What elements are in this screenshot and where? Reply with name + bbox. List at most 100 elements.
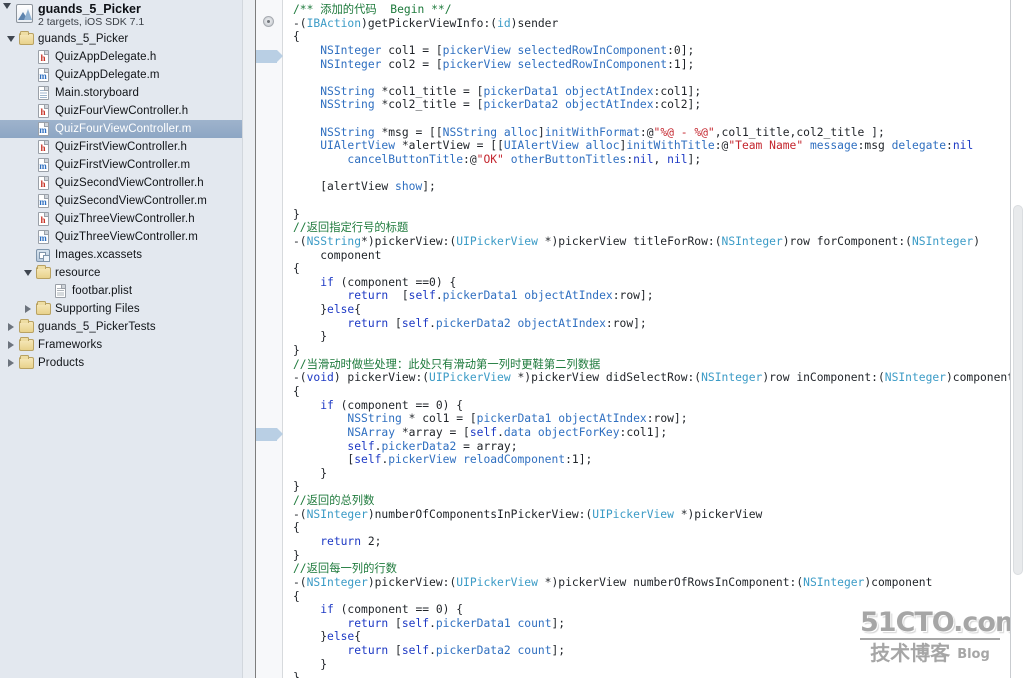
header-file-icon: h: [34, 49, 52, 65]
navigator-row[interactable]: m QuizAppDelegate.m: [0, 66, 255, 84]
code-line: //返回指定行号的标题: [293, 221, 409, 235]
code-line: {: [293, 589, 300, 603]
code-line: {: [293, 262, 300, 276]
code-line: if (component ==0) {: [320, 275, 457, 289]
navigator-row[interactable]: m QuizFirstViewController.m: [0, 156, 255, 174]
navigator-row[interactable]: m QuizSecondViewController.m: [0, 192, 255, 210]
code-line: [self.pickerView reloadComponent:1];: [293, 453, 593, 467]
navigator-row-label: Main.storyboard: [55, 87, 139, 99]
navigator-row[interactable]: m QuizFourViewController.m: [0, 120, 255, 138]
xcode-window: guands_5_Picker 2 targets, iOS SDK 7.1 g…: [0, 0, 1024, 678]
code-line: }: [293, 466, 328, 480]
watermark-subtitle: 技术博客: [870, 641, 951, 665]
folder-icon: [17, 355, 35, 371]
navigator-row[interactable]: m QuizThreeViewController.m: [0, 228, 255, 246]
code-line: }: [293, 480, 300, 494]
row-disclosure-triangle[interactable]: [21, 305, 34, 313]
source-file-icon: m: [34, 67, 52, 83]
code-line: NSString *col2_title = [pickerData2 obje…: [320, 98, 702, 112]
navigator-row-label: QuizFourViewController.h: [55, 105, 189, 117]
source-editor: /** 添加的代码 Begin **/-(IBAction)getPickerV…: [256, 0, 1024, 678]
navigator-row[interactable]: h QuizAppDelegate.h: [0, 48, 255, 66]
editor-scrollbar-thumb[interactable]: [1013, 205, 1023, 575]
navigator-row-label: QuizFirstViewController.m: [55, 159, 191, 171]
navigator-project-row[interactable]: guands_5_Picker 2 targets, iOS SDK 7.1: [0, 2, 255, 30]
breakpoint-dot-icon[interactable]: [263, 16, 274, 27]
folder-icon: [34, 301, 52, 317]
navigator-row[interactable]: footbar.plist: [0, 282, 255, 300]
navigator-row[interactable]: Main.storyboard: [0, 84, 255, 102]
navigator-row-label: QuizSecondViewController.h: [55, 177, 204, 189]
navigator-row[interactable]: h QuizFirstViewController.h: [0, 138, 255, 156]
project-navigator[interactable]: guands_5_Picker 2 targets, iOS SDK 7.1 g…: [0, 0, 256, 678]
navigator-row[interactable]: Products: [0, 354, 255, 372]
row-disclosure-triangle[interactable]: [4, 323, 17, 331]
code-line: }: [293, 207, 300, 221]
code-line: -(void) pickerView:(UIPickerView *)picke…: [293, 371, 1014, 385]
source-file-icon: m: [34, 229, 52, 245]
code-line: -(NSInteger)pickerView:(UIPickerView *)p…: [293, 575, 933, 589]
navigator-row-label: Products: [38, 357, 85, 369]
header-file-icon: h: [34, 103, 52, 119]
code-line: return 2;: [320, 534, 382, 548]
project-subtitle: 2 targets, iOS SDK 7.1: [38, 16, 145, 28]
code-line: cancelButtonTitle:@"OK" otherButtonTitle…: [347, 153, 702, 167]
navigator-row[interactable]: h QuizSecondViewController.h: [0, 174, 255, 192]
chevron-down-icon: [6, 36, 15, 42]
source-file-icon: m: [34, 193, 52, 209]
code-text[interactable]: /** 添加的代码 Begin **/-(IBAction)getPickerV…: [293, 3, 1014, 678]
chevron-down-icon: [23, 270, 32, 276]
code-line: NSInteger col2 = [pickerView selectedRow…: [320, 57, 695, 71]
editor-scrollbar[interactable]: [1010, 0, 1024, 678]
chevron-right-icon: [24, 305, 31, 313]
navigator-row[interactable]: guands_5_PickerTests: [0, 318, 255, 336]
code-line: NSInteger col1 = [pickerView selectedRow…: [320, 43, 695, 57]
navigator-scrollbar[interactable]: [242, 0, 255, 678]
navigator-row-label: QuizThreeViewController.h: [55, 213, 195, 225]
navigator-row-label: QuizThreeViewController.m: [55, 231, 198, 243]
code-line: {: [293, 521, 300, 535]
header-file-icon: h: [34, 175, 52, 191]
project-disclosure-triangle[interactable]: [0, 3, 13, 9]
row-disclosure-triangle[interactable]: [4, 36, 17, 42]
navigator-row[interactable]: guands_5_Picker: [0, 30, 255, 48]
navigator-row[interactable]: Images.xcassets: [0, 246, 255, 264]
code-line: UIAlertView *alertView = [[UIAlertView a…: [320, 139, 974, 153]
folder-icon: [17, 31, 35, 47]
code-line: self.pickerData2 = array;: [347, 439, 518, 453]
code-line: }: [293, 330, 328, 344]
chevron-right-icon: [7, 359, 14, 367]
navigator-row-label: resource: [55, 267, 101, 279]
code-line: }: [293, 671, 300, 678]
editor-gutter[interactable]: [256, 0, 283, 678]
navigator-row[interactable]: Frameworks: [0, 336, 255, 354]
navigator-row-label: QuizAppDelegate.h: [55, 51, 157, 63]
code-line: NSString *msg = [[NSString alloc]initWit…: [320, 125, 885, 139]
project-name: guands_5_Picker: [38, 2, 141, 16]
code-canvas[interactable]: /** 添加的代码 Begin **/-(IBAction)getPickerV…: [283, 0, 1024, 678]
code-line: //返回每一列的行数: [293, 562, 397, 576]
navigator-row-label: QuizFirstViewController.h: [55, 141, 188, 153]
code-line: NSString *col1_title = [pickerData1 obje…: [320, 84, 702, 98]
site-watermark: 51CTO.com 技术博客 Blog: [860, 609, 1023, 665]
navigator-row[interactable]: Supporting Files: [0, 300, 255, 318]
folder-icon: [17, 319, 35, 335]
gutter-highlight-marker[interactable]: [256, 428, 283, 441]
chevron-right-icon: [7, 323, 14, 331]
code-line: //当滑动时做些处理：此处只有滑动第一列时更鞋第二列数据: [293, 357, 601, 371]
navigator-row-label: footbar.plist: [72, 285, 133, 297]
row-disclosure-triangle[interactable]: [21, 270, 34, 276]
navigator-row[interactable]: h QuizFourViewController.h: [0, 102, 255, 120]
gutter-highlight-marker[interactable]: [256, 50, 283, 63]
code-line: -(NSString*)pickerView:(UIPickerView *)p…: [293, 234, 980, 248]
project-navigator-list[interactable]: guands_5_Picker 2 targets, iOS SDK 7.1 g…: [0, 0, 255, 372]
navigator-row[interactable]: h QuizThreeViewController.h: [0, 210, 255, 228]
code-line: //返回的总列数: [293, 494, 375, 508]
navigator-row[interactable]: resource: [0, 264, 255, 282]
row-disclosure-triangle[interactable]: [4, 359, 17, 367]
code-line: }else{: [293, 303, 362, 317]
row-disclosure-triangle[interactable]: [4, 341, 17, 349]
